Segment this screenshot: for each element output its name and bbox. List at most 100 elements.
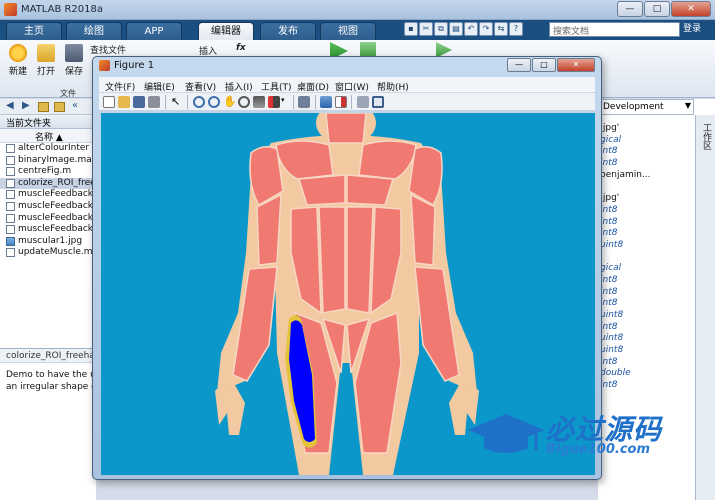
undo-icon[interactable]: ↶ [464,22,478,36]
workspace-row[interactable]: uint8 [598,333,694,345]
file-row[interactable]: updateMuscle.m [0,247,95,259]
menu-view[interactable]: 查看(V) [185,80,216,93]
data-cursor-icon[interactable] [253,96,265,108]
link-plot-icon[interactable] [298,96,310,108]
tab-view[interactable]: 视图 [320,22,376,40]
workspace-row[interactable]: int8 [598,205,694,217]
figure-close-button[interactable]: ✕ [557,58,595,72]
tab-plots[interactable]: 绘图 [66,22,122,40]
graduation-cap-icon [468,414,544,453]
colorbar-icon[interactable] [320,96,332,108]
menu-window[interactable]: 窗口(W) [335,80,369,93]
name-column-header[interactable]: 名称 ▲ [0,129,95,143]
file-name: muscleFeedback [18,212,94,223]
file-row[interactable]: muscleFeedback [0,213,95,225]
tab-apps[interactable]: APP [126,22,182,40]
workspace-row[interactable]: int8 [598,357,694,369]
find-files-button[interactable]: 查找文件 [90,43,126,56]
file-row[interactable]: centreFig.m [0,166,95,178]
folder-open-icon [37,44,55,62]
file-row[interactable]: alterColourInter [0,143,95,155]
workspace-row[interactable]: uint8 [598,345,694,357]
forward-arrow-icon[interactable]: ▶ [22,100,30,111]
brush-dropdown-icon[interactable]: ▾ [281,96,293,108]
rotate-icon[interactable] [238,96,250,108]
path-chevron-icon[interactable]: « [72,100,78,111]
figure-minimize-button[interactable]: — [507,58,531,72]
workspace-row[interactable]: gical [598,135,694,147]
new-button[interactable]: 新建 [4,42,32,77]
cut-icon[interactable]: ✂ [419,22,433,36]
workspace-row[interactable]: .jpg' [598,123,694,135]
save-button[interactable]: 保存 [60,42,88,77]
new-figure-icon[interactable] [103,96,115,108]
hide-plot-tools-icon[interactable] [357,96,369,108]
menu-desktop[interactable]: 桌面(D) [297,80,329,93]
workspace-row[interactable]: double [598,368,694,380]
workspace-row[interactable]: int8 [598,158,694,170]
workspace-side-tab[interactable]: 工作区 [695,115,715,500]
file-row[interactable]: binaryImage.mat [0,155,95,167]
workspace-row[interactable]: int8 [598,275,694,287]
show-plot-tools-icon[interactable] [372,96,384,108]
redo-icon[interactable]: ↷ [479,22,493,36]
search-documentation-input[interactable]: 搜索文档 [549,22,680,37]
browse-folder-icon[interactable] [54,102,65,112]
brush-icon[interactable] [268,96,280,108]
workspace-row[interactable] [598,181,694,193]
figure-icon [99,60,110,71]
workspace-row[interactable]: uint8 [598,310,694,322]
pointer-icon[interactable]: ↖ [171,96,183,108]
workspace-row[interactable]: benjamin... [598,170,694,182]
switch-icon[interactable]: ⇆ [494,22,508,36]
chevron-down-icon[interactable]: ▼ [685,101,691,110]
workspace-row[interactable]: int8 [598,228,694,240]
menu-edit[interactable]: 编辑(E) [144,80,175,93]
open-button[interactable]: 打开 [32,42,60,77]
print-icon[interactable] [148,96,160,108]
tab-editor[interactable]: 编辑器 [198,22,254,40]
legend-icon[interactable] [335,96,347,108]
tab-publish[interactable]: 发布 [260,22,316,40]
menu-file[interactable]: 文件(F) [105,80,135,93]
workspace-row[interactable] [598,252,694,264]
minimize-button[interactable]: — [617,1,643,17]
workspace-row[interactable]: uint8 [598,240,694,252]
file-row[interactable]: muscular1.jpg [0,236,95,248]
menu-insert[interactable]: 插入(I) [225,80,253,93]
help-icon[interactable]: ? [509,22,523,36]
file-row[interactable]: muscleFeedback [0,189,95,201]
workspace-combo[interactable]: Development ▼ [598,99,694,115]
script-file-icon [6,178,15,188]
file-row[interactable]: muscleFeedback [0,201,95,213]
figure-title-bar[interactable]: Figure 1 — □ ✕ [93,57,601,75]
open-file-icon[interactable] [118,96,130,108]
zoom-out-icon[interactable] [208,96,220,108]
file-row[interactable]: muscleFeedback [0,224,95,236]
pan-hand-icon[interactable]: ✋ [223,96,237,108]
back-arrow-icon[interactable]: ◀ [6,100,14,111]
close-button[interactable]: ✕ [671,1,711,17]
workspace-row[interactable]: int8 [598,287,694,299]
menu-help[interactable]: 帮助(H) [377,80,409,93]
up-folder-icon[interactable] [38,102,49,112]
save-icon[interactable]: ▪ [404,22,418,36]
tab-home[interactable]: 主页 [6,22,62,40]
figure-maximize-button[interactable]: □ [532,58,556,72]
zoom-in-icon[interactable] [193,96,205,108]
workspace-row[interactable]: gical [598,263,694,275]
save-figure-icon[interactable] [133,96,145,108]
workspace-row[interactable]: int8 [598,298,694,310]
file-row[interactable]: colorize_ROI_free [0,177,95,190]
workspace-row[interactable]: int8 [598,380,694,392]
maximize-button[interactable]: □ [644,1,670,17]
workspace-row[interactable]: int8 [598,322,694,334]
menu-tools[interactable]: 工具(T) [261,80,292,93]
workspace-row[interactable]: .jpg' [598,193,694,205]
workspace-row[interactable]: int8 [598,217,694,229]
paste-icon[interactable]: ▤ [449,22,463,36]
fx-icon[interactable]: fx [236,43,246,53]
sign-in-button[interactable]: 登录 [683,22,713,37]
copy-icon[interactable]: ⧉ [434,22,448,36]
workspace-row[interactable]: int8 [598,146,694,158]
